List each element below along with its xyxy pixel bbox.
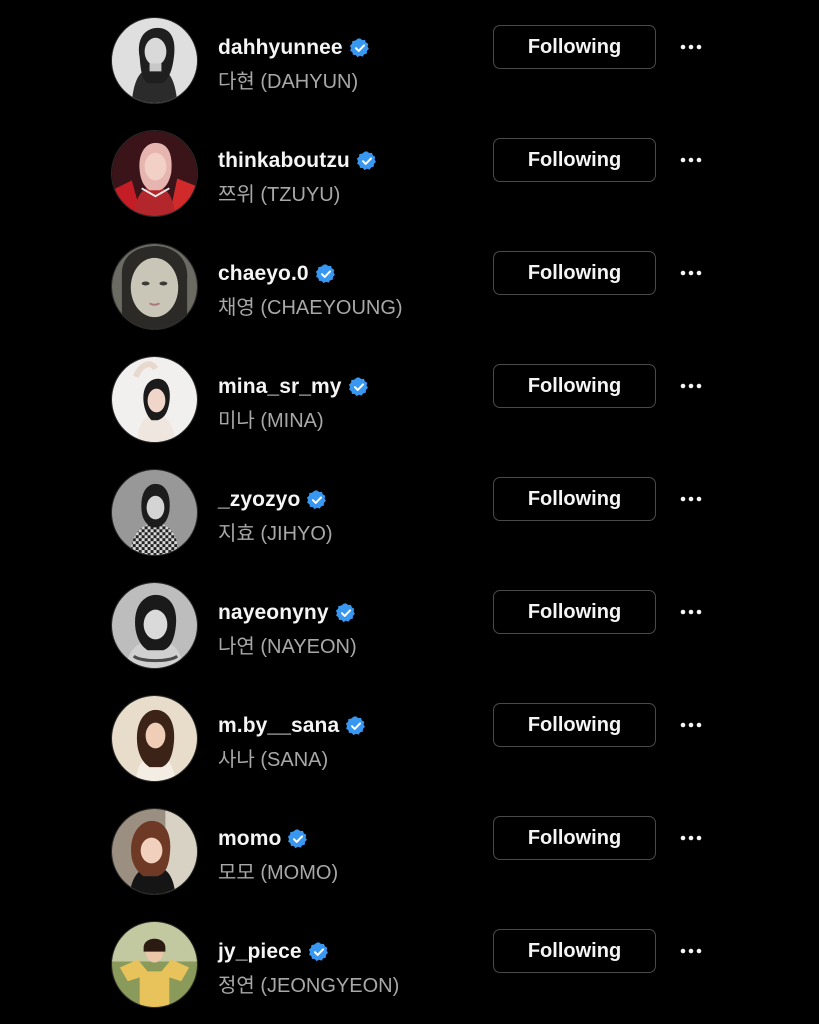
avatar[interactable] xyxy=(111,582,198,669)
full-name: 미나 (MINA) xyxy=(218,410,324,432)
username-line: nayeonyny xyxy=(218,599,357,627)
verified-badge-icon xyxy=(356,150,378,172)
verified-badge-icon xyxy=(335,602,357,624)
avatar[interactable] xyxy=(111,469,198,556)
avatar[interactable] xyxy=(111,695,198,782)
avatar[interactable] xyxy=(111,243,198,330)
username[interactable]: thinkaboutzu xyxy=(218,149,350,173)
account-row[interactable]: mina_sr_my 미나 (MINA) Following xyxy=(0,341,819,454)
username[interactable]: dahhyunnee xyxy=(218,36,343,60)
more-options-icon[interactable] xyxy=(674,710,708,740)
following-button[interactable]: Following xyxy=(493,929,656,973)
more-options-icon[interactable] xyxy=(674,32,708,62)
avatar[interactable] xyxy=(111,808,198,895)
more-options-icon[interactable] xyxy=(674,145,708,175)
account-row[interactable]: jy_piece 정연 (JEONGYEON) Following xyxy=(0,906,819,1019)
username[interactable]: _zyozyo xyxy=(218,488,300,512)
following-list: dahhyunnee 다현 (DAHYUN) Following thinkab… xyxy=(0,0,819,1024)
more-options-icon[interactable] xyxy=(674,936,708,966)
username-line: m.by__sana xyxy=(218,712,367,740)
more-options-icon[interactable] xyxy=(674,371,708,401)
username-line: momo xyxy=(218,825,309,853)
username-line: dahhyunnee xyxy=(218,34,371,62)
username[interactable]: mina_sr_my xyxy=(218,375,342,399)
following-button[interactable]: Following xyxy=(493,251,656,295)
username[interactable]: jy_piece xyxy=(218,940,302,964)
account-row[interactable]: m.by__sana 사나 (SANA) Following xyxy=(0,680,819,793)
avatar[interactable] xyxy=(111,921,198,1008)
following-button[interactable]: Following xyxy=(493,477,656,521)
verified-badge-icon xyxy=(306,489,328,511)
more-options-icon[interactable] xyxy=(674,597,708,627)
more-options-icon[interactable] xyxy=(674,258,708,288)
following-button[interactable]: Following xyxy=(493,25,656,69)
username[interactable]: chaeyo.0 xyxy=(218,262,309,286)
verified-badge-icon xyxy=(349,37,371,59)
username[interactable]: m.by__sana xyxy=(218,714,339,738)
more-options-icon[interactable] xyxy=(674,823,708,853)
username-line: thinkaboutzu xyxy=(218,147,378,175)
username-line: mina_sr_my xyxy=(218,373,370,401)
account-row[interactable]: _zyozyo 지효 (JIHYO) Following xyxy=(0,454,819,567)
account-row[interactable]: chaeyo.0 채영 (CHAEYOUNG) Following xyxy=(0,228,819,341)
account-row[interactable]: dahhyunnee 다현 (DAHYUN) Following xyxy=(0,2,819,115)
avatar[interactable] xyxy=(111,17,198,104)
username[interactable]: nayeonyny xyxy=(218,601,329,625)
full-name: 지효 (JIHYO) xyxy=(218,523,333,545)
following-button[interactable]: Following xyxy=(493,816,656,860)
username-line: jy_piece xyxy=(218,938,330,966)
full-name: 채영 (CHAEYOUNG) xyxy=(218,297,403,319)
verified-badge-icon xyxy=(348,376,370,398)
avatar[interactable] xyxy=(111,356,198,443)
following-button[interactable]: Following xyxy=(493,138,656,182)
account-row[interactable]: thinkaboutzu 쯔위 (TZUYU) Following xyxy=(0,115,819,228)
full-name: 사나 (SANA) xyxy=(218,749,329,771)
more-options-icon[interactable] xyxy=(674,484,708,514)
verified-badge-icon xyxy=(315,263,337,285)
following-button[interactable]: Following xyxy=(493,590,656,634)
following-button[interactable]: Following xyxy=(493,364,656,408)
account-row[interactable]: nayeonyny 나연 (NAYEON) Following xyxy=(0,567,819,680)
username[interactable]: momo xyxy=(218,827,281,851)
full-name: 쯔위 (TZUYU) xyxy=(218,184,341,206)
full-name: 다현 (DAHYUN) xyxy=(218,71,359,93)
username-line: _zyozyo xyxy=(218,486,328,514)
username-line: chaeyo.0 xyxy=(218,260,337,288)
verified-badge-icon xyxy=(345,715,367,737)
verified-badge-icon xyxy=(287,828,309,850)
avatar[interactable] xyxy=(111,130,198,217)
account-row[interactable]: momo 모모 (MOMO) Following xyxy=(0,793,819,906)
following-button[interactable]: Following xyxy=(493,703,656,747)
verified-badge-icon xyxy=(308,941,330,963)
full-name: 모모 (MOMO) xyxy=(218,862,339,884)
full-name: 정연 (JEONGYEON) xyxy=(218,975,400,997)
full-name: 나연 (NAYEON) xyxy=(218,636,357,658)
